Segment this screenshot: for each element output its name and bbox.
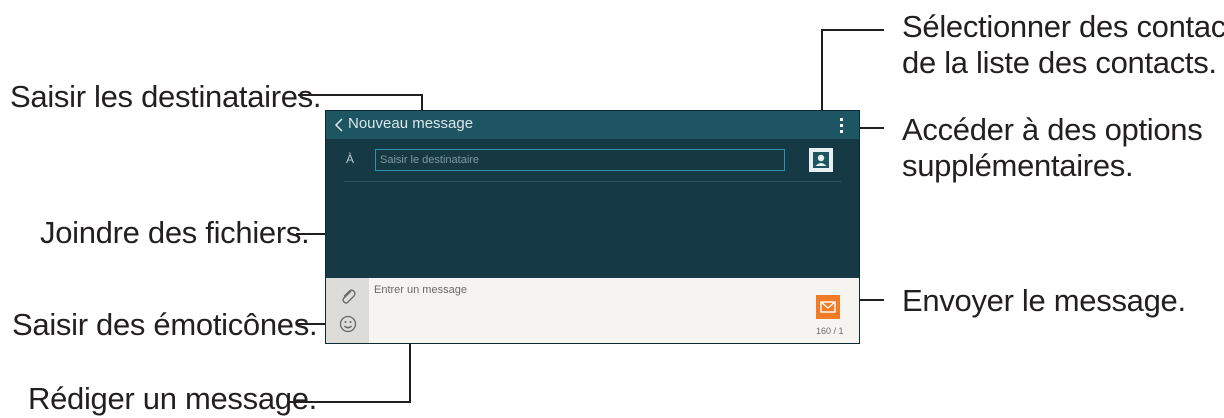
more-options-icon[interactable]	[835, 115, 847, 135]
callout-attach: Joindre des fichiers.	[40, 215, 310, 250]
action-bar: Nouveau message	[326, 111, 859, 139]
callout-more-options-line1: Accéder à des options	[902, 112, 1203, 147]
callout-select-contacts-line1: Sélectionner des contacts	[902, 9, 1224, 44]
to-label: À	[346, 152, 355, 166]
character-counter: 160 / 1	[816, 326, 844, 336]
callout-send: Envoyer le message.	[902, 283, 1186, 318]
leader-select-contacts-h	[822, 29, 884, 31]
leader-recipients-h	[298, 94, 423, 96]
attachment-strip	[326, 278, 369, 343]
select-contacts-button[interactable]	[809, 148, 833, 172]
divider	[344, 181, 841, 182]
contact-icon	[813, 152, 829, 168]
compose-area: Entrer un message 160 / 1	[326, 278, 859, 343]
leader-send	[858, 299, 884, 301]
message-input[interactable]: Entrer un message	[374, 284, 467, 296]
callout-compose: Rédiger un message.	[28, 381, 317, 416]
recipient-input[interactable]: Saisir le destinataire	[375, 149, 785, 171]
screen-title: Nouveau message	[348, 115, 474, 132]
back-icon[interactable]	[334, 117, 344, 133]
callout-emoticons: Saisir des émoticônes.	[12, 307, 318, 342]
callout-select-contacts-line2: de la liste des contacts.	[902, 45, 1217, 80]
leader-compose-h	[287, 401, 411, 403]
messaging-screen: Nouveau message À Saisir le destinataire	[326, 111, 859, 343]
callout-more-options-line2: supplémentaires.	[902, 148, 1134, 183]
callout-recipients: Saisir les destinataires.	[10, 79, 322, 114]
emoticon-icon[interactable]	[339, 315, 357, 333]
send-icon	[820, 301, 836, 313]
paperclip-icon[interactable]	[339, 287, 357, 305]
send-button[interactable]	[816, 295, 840, 319]
